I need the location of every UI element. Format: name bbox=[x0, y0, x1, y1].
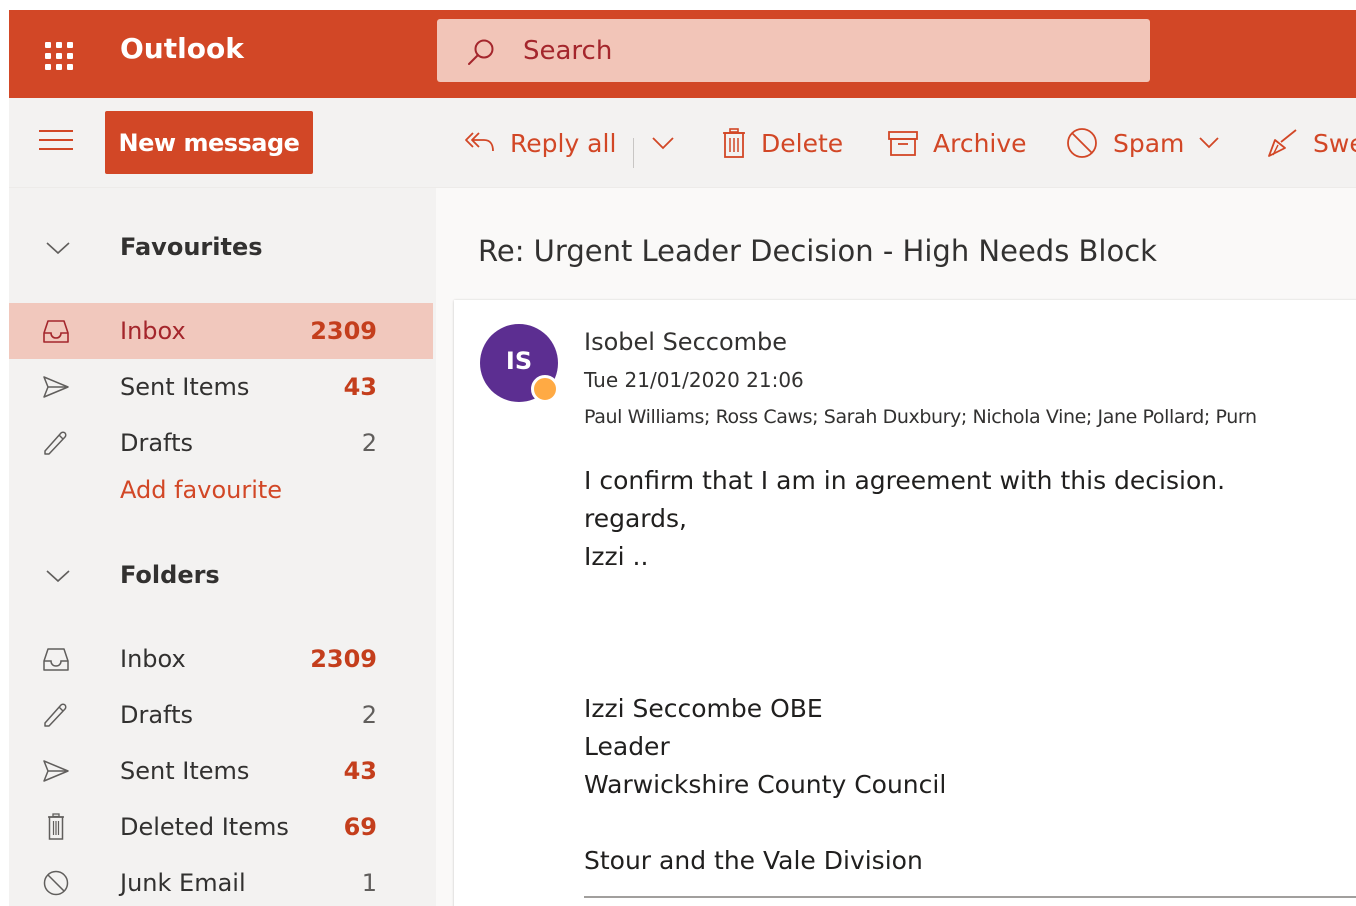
inbox-icon bbox=[43, 648, 69, 671]
search-input[interactable] bbox=[523, 31, 1123, 71]
archive-icon bbox=[888, 131, 918, 156]
unread-count-badge: 43 bbox=[343, 373, 377, 401]
signature-divider bbox=[584, 896, 1356, 898]
body-line: Izzi .. bbox=[584, 542, 649, 571]
folder-item-label: Inbox bbox=[120, 645, 186, 673]
hamburger-menu-icon[interactable] bbox=[39, 130, 73, 156]
folder-item-label: Deleted Items bbox=[120, 813, 289, 841]
message-card: IS Isobel Seccombe Tue 21/01/2020 21:06 … bbox=[454, 300, 1356, 906]
unread-count-badge: 2309 bbox=[310, 645, 377, 673]
add-favourite-link[interactable]: Add favourite bbox=[120, 476, 282, 504]
favourite-item-label: Drafts bbox=[120, 429, 193, 457]
body-spacer bbox=[584, 652, 1356, 690]
reply-all-label: Reply all bbox=[510, 128, 617, 158]
reading-pane: Re: Urgent Leader Decision - High Needs … bbox=[436, 188, 1356, 906]
body-spacer bbox=[584, 804, 1356, 842]
inbox-icon bbox=[43, 320, 69, 343]
folder-item-sent-items[interactable]: Sent Items 43 bbox=[9, 743, 433, 799]
command-bar: New message Reply all Delete Archive Spa… bbox=[9, 98, 1356, 188]
message-body: I confirm that I am in agreement with th… bbox=[584, 462, 1356, 880]
folder-item-inbox[interactable]: Inbox 2309 bbox=[9, 631, 433, 687]
new-message-button[interactable]: New message bbox=[105, 111, 313, 174]
folder-item-drafts[interactable]: Drafts 2 bbox=[9, 687, 433, 743]
toolbar-divider bbox=[633, 138, 634, 168]
folder-item-deleted-items[interactable]: Deleted Items 69 bbox=[9, 799, 433, 855]
chevron-down-icon bbox=[46, 570, 70, 583]
favourite-item-label: Inbox bbox=[120, 317, 186, 345]
delete-button[interactable]: Delete bbox=[721, 120, 843, 166]
signature-title: Leader bbox=[584, 732, 670, 761]
reply-all-button[interactable]: Reply all bbox=[464, 120, 616, 166]
archive-label: Archive bbox=[933, 128, 1027, 158]
avatar-initials: IS bbox=[505, 347, 533, 375]
unread-count-badge: 69 bbox=[343, 813, 377, 841]
sender-name[interactable]: Isobel Seccombe bbox=[584, 328, 787, 356]
reply-options-dropdown[interactable] bbox=[651, 120, 689, 166]
app-launcher-icon[interactable] bbox=[38, 36, 74, 72]
folder-item-label: Sent Items bbox=[120, 757, 250, 785]
trash-icon bbox=[48, 813, 64, 840]
chevron-down-icon bbox=[46, 242, 70, 255]
body-spacer bbox=[584, 576, 1356, 614]
signature-organisation: Warwickshire County Council bbox=[584, 770, 947, 799]
recipients-list[interactable]: Paul Williams; Ross Caws; Sarah Duxbury;… bbox=[584, 406, 1257, 428]
signature-name: Izzi Seccombe OBE bbox=[584, 694, 823, 723]
item-count: 2 bbox=[361, 701, 377, 729]
folders-label: Folders bbox=[120, 561, 220, 589]
top-bar: Outlook bbox=[9, 10, 1356, 98]
favourite-item-drafts[interactable]: Drafts 2 bbox=[9, 415, 433, 471]
folder-item-junk-email[interactable]: Junk Email 1 bbox=[9, 855, 433, 906]
sweep-button[interactable]: Swe bbox=[1265, 120, 1356, 166]
folder-item-label: Junk Email bbox=[120, 869, 246, 897]
spam-label: Spam bbox=[1113, 128, 1185, 158]
outlook-window: Outlook New message Reply all bbox=[9, 10, 1356, 906]
unread-count-badge: 43 bbox=[343, 757, 377, 785]
send-icon bbox=[43, 760, 69, 782]
app-title[interactable]: Outlook bbox=[120, 32, 244, 65]
presence-away-icon bbox=[531, 375, 559, 403]
body-line: I confirm that I am in agreement with th… bbox=[584, 466, 1226, 495]
folder-item-label: Drafts bbox=[120, 701, 193, 729]
spam-button[interactable]: Spam bbox=[1065, 120, 1234, 166]
send-icon bbox=[43, 376, 69, 398]
body-line: regards, bbox=[584, 504, 687, 533]
archive-button[interactable]: Archive bbox=[887, 120, 1027, 166]
favourites-label: Favourites bbox=[120, 233, 263, 261]
item-count: 2 bbox=[361, 429, 377, 457]
favourite-item-inbox[interactable]: Inbox 2309 bbox=[9, 303, 433, 359]
block-icon bbox=[43, 870, 69, 896]
pencil-icon bbox=[44, 431, 67, 455]
trash-icon bbox=[723, 128, 745, 158]
search-icon bbox=[468, 39, 494, 65]
delete-label: Delete bbox=[761, 128, 844, 158]
block-icon bbox=[1067, 128, 1097, 158]
folder-pane: Favourites Inbox 2309 Sent Items 43 Draf… bbox=[9, 188, 436, 906]
signature-division: Stour and the Vale Division bbox=[584, 846, 923, 875]
favourite-item-label: Sent Items bbox=[120, 373, 250, 401]
pencil-icon bbox=[44, 703, 67, 727]
broom-icon bbox=[1268, 129, 1297, 157]
reply-all-icon bbox=[465, 132, 494, 152]
chevron-down-icon bbox=[652, 137, 674, 150]
sent-timestamp: Tue 21/01/2020 21:06 bbox=[584, 368, 804, 392]
body-spacer bbox=[584, 614, 1356, 652]
sweep-label: Swe bbox=[1313, 128, 1356, 158]
favourite-item-sent-items[interactable]: Sent Items 43 bbox=[9, 359, 433, 415]
unread-count-badge: 2309 bbox=[310, 317, 377, 345]
message-subject: Re: Urgent Leader Decision - High Needs … bbox=[478, 234, 1157, 268]
item-count: 1 bbox=[361, 869, 377, 897]
folders-header[interactable]: Folders bbox=[9, 548, 436, 604]
favourites-header[interactable]: Favourites bbox=[9, 220, 436, 276]
search-box[interactable] bbox=[437, 19, 1150, 82]
chevron-down-icon bbox=[1199, 137, 1220, 149]
